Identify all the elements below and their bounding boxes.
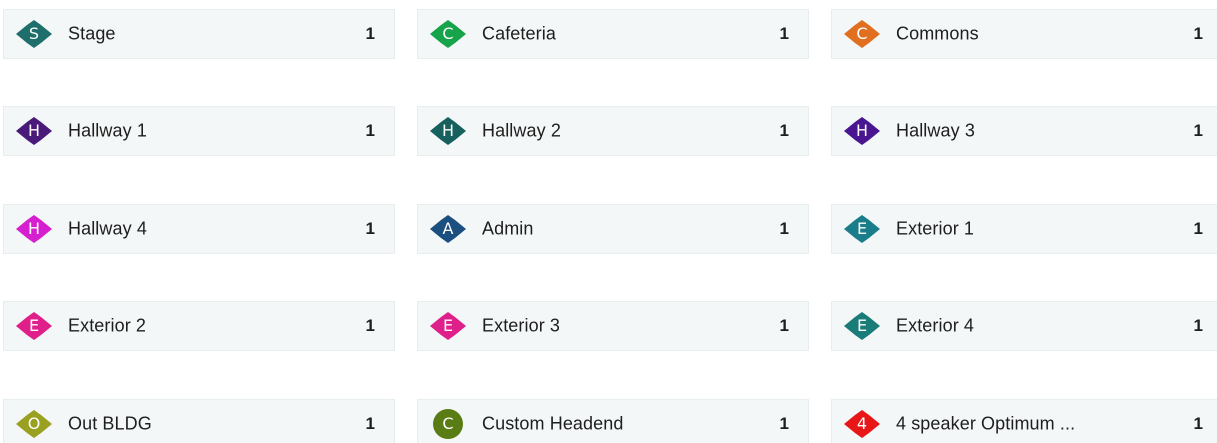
- diamond-badge-icon: E: [842, 214, 882, 244]
- badge-letter: A: [442, 219, 454, 238]
- zone-label: Hallway 1: [68, 120, 147, 141]
- diamond-badge-icon: H: [14, 214, 54, 244]
- zone-card[interactable]: H Hallway 1 1: [3, 106, 395, 156]
- badge-letter: H: [27, 121, 41, 140]
- badge-letter: C: [856, 24, 868, 43]
- zone-label: Admin: [482, 218, 534, 239]
- zone-count: 1: [1193, 24, 1203, 43]
- zone-label: Stage: [68, 23, 116, 44]
- diamond-badge-icon: S: [14, 19, 54, 49]
- badge-letter: C: [442, 414, 454, 433]
- badge-letter: H: [441, 121, 455, 140]
- diamond-badge-icon: A: [428, 214, 468, 244]
- zone-card[interactable]: E Exterior 3 1: [417, 301, 809, 351]
- zone-count: 1: [1193, 121, 1203, 140]
- zone-card[interactable]: A Admin 1: [417, 204, 809, 254]
- diamond-badge-icon: E: [842, 311, 882, 341]
- zone-count: 1: [779, 121, 789, 140]
- zone-label: Custom Headend: [482, 413, 624, 434]
- badge-letter: O: [27, 414, 41, 433]
- badge-letter: E: [856, 316, 868, 335]
- zone-label: Hallway 4: [68, 218, 147, 239]
- badge-letter: E: [28, 316, 40, 335]
- zone-card[interactable]: 4 4 speaker Optimum ... 1: [831, 399, 1217, 443]
- zone-count: 1: [365, 414, 375, 433]
- diamond-badge-icon: E: [428, 311, 468, 341]
- diamond-badge-icon: E: [14, 311, 54, 341]
- diamond-badge-icon: O: [14, 409, 54, 439]
- zone-count: 1: [1193, 414, 1203, 433]
- badge-letter: C: [442, 24, 454, 43]
- zone-count: 1: [365, 219, 375, 238]
- zone-label: Out BLDG: [68, 413, 152, 434]
- zone-count: 1: [365, 24, 375, 43]
- zone-count: 1: [365, 121, 375, 140]
- zone-count: 1: [365, 316, 375, 335]
- zone-card[interactable]: E Exterior 4 1: [831, 301, 1217, 351]
- zone-card[interactable]: S Stage 1: [3, 9, 395, 59]
- zone-count: 1: [779, 414, 789, 433]
- diamond-badge-icon: C: [842, 19, 882, 49]
- zone-label: 4 speaker Optimum ...: [896, 413, 1076, 434]
- zone-label: Hallway 2: [482, 120, 561, 141]
- zone-card[interactable]: H Hallway 2 1: [417, 106, 809, 156]
- zone-count: 1: [1193, 219, 1203, 238]
- diamond-badge-icon: H: [14, 116, 54, 146]
- zone-card[interactable]: H Hallway 4 1: [3, 204, 395, 254]
- zone-count: 1: [779, 24, 789, 43]
- diamond-badge-icon: H: [842, 116, 882, 146]
- diamond-badge-icon: H: [428, 116, 468, 146]
- zone-label: Exterior 3: [482, 315, 561, 336]
- badge-letter: E: [442, 316, 454, 335]
- badge-letter: H: [855, 121, 869, 140]
- zone-label: Exterior 4: [896, 315, 975, 336]
- zone-count: 1: [779, 316, 789, 335]
- badge-letter: S: [28, 24, 40, 43]
- zone-label: Hallway 3: [896, 120, 975, 141]
- circle-badge-icon: C: [428, 409, 468, 439]
- badge-letter: H: [27, 219, 41, 238]
- diamond-badge-icon: 4: [842, 409, 882, 439]
- zone-count: 1: [1193, 316, 1203, 335]
- zone-card[interactable]: E Exterior 2 1: [3, 301, 395, 351]
- badge-letter: E: [856, 219, 868, 238]
- zone-label: Commons: [896, 23, 979, 44]
- diamond-badge-icon: C: [428, 19, 468, 49]
- zone-card[interactable]: C Commons 1: [831, 9, 1217, 59]
- zone-card[interactable]: E Exterior 1 1: [831, 204, 1217, 254]
- zone-card[interactable]: H Hallway 3 1: [831, 106, 1217, 156]
- zone-card[interactable]: C Custom Headend 1: [417, 399, 809, 443]
- badge-letter: 4: [856, 414, 868, 433]
- zone-label: Exterior 1: [896, 218, 975, 239]
- zone-card[interactable]: O Out BLDG 1: [3, 399, 395, 443]
- zone-count: 1: [779, 219, 789, 238]
- zone-label: Exterior 2: [68, 315, 147, 336]
- zone-card[interactable]: C Cafeteria 1: [417, 9, 809, 59]
- zone-label: Cafeteria: [482, 23, 556, 44]
